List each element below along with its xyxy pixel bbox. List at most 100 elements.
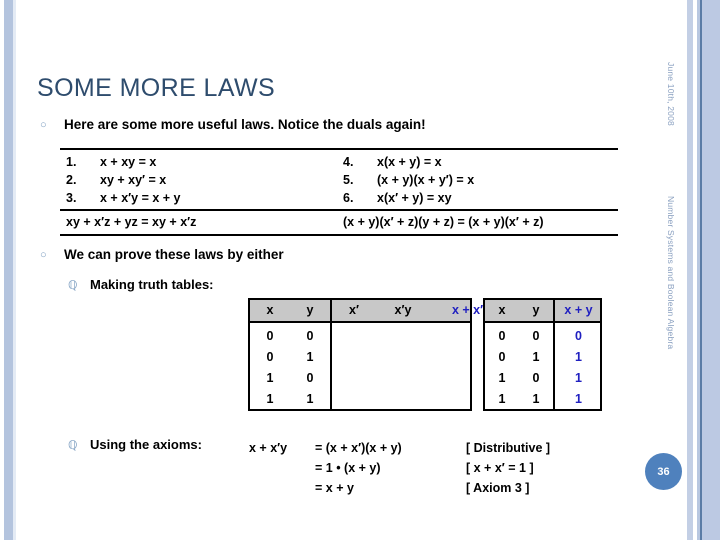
law-expression: xy + xy′ = x bbox=[100, 173, 167, 187]
proof-justification: [ Axiom 3 ] bbox=[466, 481, 530, 495]
proof-justification: [ Distributive ] bbox=[466, 441, 551, 455]
truth-table-body: 0 0 1 1 0 1 0 1 0 1 1 1 bbox=[485, 323, 600, 411]
laws-column-right: 4. x(x + y) = x 5. (x + y)(x + y′) = x 6… bbox=[339, 153, 618, 207]
proof-step: = (x + x′)(x + y) bbox=[315, 441, 402, 455]
table-cell: 1 bbox=[575, 350, 582, 364]
table-cell: 1 bbox=[306, 350, 314, 364]
column-cells-y: 0 1 0 1 bbox=[519, 323, 553, 411]
truth-table-input-cells: 0 0 1 1 0 1 0 1 bbox=[250, 323, 332, 411]
law-number: 1. bbox=[66, 155, 77, 169]
law-number: 2. bbox=[66, 173, 77, 187]
law-row: 3. x + x′y = x + y bbox=[66, 189, 339, 207]
truth-table-input-header-group: x y bbox=[250, 300, 332, 321]
column-cells-xplusy: 0 1 1 1 bbox=[555, 323, 602, 411]
bullet-axioms-text: Using the axioms: bbox=[90, 437, 202, 452]
table-cell bbox=[376, 368, 430, 389]
table-cell bbox=[376, 389, 430, 410]
truth-table-input-header-group: x y bbox=[485, 300, 555, 321]
side-caption-topic: Number Systems and Boolean Algebra bbox=[666, 196, 676, 350]
column-cells-xnot bbox=[332, 323, 376, 411]
page-title: SOME MORE LAWS bbox=[37, 74, 276, 102]
bullet-prove-text: We can prove these laws by either bbox=[64, 247, 284, 262]
left-accent-bar bbox=[4, 0, 13, 540]
script-bullet-icon: ℚ bbox=[68, 278, 78, 292]
table-cell: 0 bbox=[532, 329, 540, 343]
column-cells-xnoty bbox=[376, 323, 430, 411]
table-cell: 0 bbox=[266, 329, 274, 343]
proof-justifications: [ Distributive ] [ x + x′ = 1 ] [ Axiom … bbox=[466, 438, 550, 498]
left-accent-bar-inner bbox=[13, 0, 16, 540]
table-cell bbox=[376, 347, 430, 368]
laws-dual-left: xy + x′z + yz = xy + x′z bbox=[66, 215, 197, 229]
column-header-x: x bbox=[266, 303, 274, 317]
law-row: 2. xy + xy′ = x bbox=[66, 171, 339, 189]
proof-justification: [ x + x′ = 1 ] bbox=[466, 461, 534, 475]
bullet-truth-tables: ℚ Making truth tables: bbox=[68, 277, 214, 292]
page-number-badge: 36 bbox=[645, 453, 682, 490]
law-row: 5. (x + y)(x + y′) = x bbox=[343, 171, 618, 189]
law-row: 1. x + xy = x bbox=[66, 153, 339, 171]
table-cell: 0 bbox=[498, 329, 506, 343]
law-expression: x + x′y = x + y bbox=[100, 191, 181, 205]
column-cells-x: 0 0 1 1 bbox=[485, 323, 519, 411]
proof-steps: = (x + x′)(x + y) = 1 • (x + y) = x + y bbox=[315, 438, 402, 498]
truth-table-header-row: x y x′ x′y x + x′y bbox=[250, 300, 490, 323]
law-number: 6. bbox=[343, 191, 354, 205]
truth-table-output-header-group: x + y bbox=[555, 300, 602, 321]
table-cell: 0 bbox=[306, 329, 314, 343]
truth-table-output-cells: 0 1 1 1 bbox=[555, 323, 602, 411]
laws-table-body: 1. x + xy = x 2. xy + xy′ = x 3. x + x′y… bbox=[60, 150, 618, 211]
laws-dual-right: (x + y)(x′ + z)(y + z) = (x + y)(x′ + z) bbox=[343, 215, 544, 229]
law-number: 5. bbox=[343, 173, 354, 187]
law-expression: x + xy = x bbox=[100, 155, 157, 169]
proof-step: = x + y bbox=[315, 481, 354, 495]
truth-table-body: 0 0 1 1 0 1 0 1 bbox=[250, 323, 470, 411]
table-cell: 1 bbox=[532, 392, 540, 406]
truth-table-input-cells: 0 0 1 1 0 1 0 1 bbox=[485, 323, 555, 411]
column-header-y: y bbox=[306, 303, 314, 317]
table-cell: 1 bbox=[266, 371, 274, 385]
table-cell: 0 bbox=[575, 329, 582, 343]
column-header-xnot: x′ bbox=[349, 303, 359, 317]
law-row: 6. x(x′ + y) = xy bbox=[343, 189, 618, 207]
table-cell: 0 bbox=[306, 371, 314, 385]
script-bullet-icon: ℚ bbox=[68, 438, 78, 452]
table-cell: 0 bbox=[498, 350, 506, 364]
table-cell: 1 bbox=[306, 392, 314, 406]
column-cells-x: 0 0 1 1 bbox=[250, 323, 290, 411]
table-cell: 0 bbox=[532, 371, 540, 385]
table-cell bbox=[332, 389, 376, 410]
law-expression: x(x′ + y) = xy bbox=[377, 191, 452, 205]
side-caption-date: June 10th, 2008 bbox=[666, 62, 676, 126]
law-expression: (x + y)(x + y′) = x bbox=[377, 173, 475, 187]
proof-left-hand-side: x + x′y bbox=[249, 438, 287, 458]
table-cell: 0 bbox=[266, 350, 274, 364]
table-cell: 1 bbox=[498, 392, 506, 406]
truth-table-secondary: x y x + y 0 0 1 1 0 1 0 1 0 1 1 1 bbox=[483, 298, 602, 411]
bullet-intro: ○ Here are some more useful laws. Notice … bbox=[40, 117, 426, 132]
table-cell bbox=[376, 326, 430, 347]
bullet-truth-tables-text: Making truth tables: bbox=[90, 277, 214, 292]
table-cell: 1 bbox=[575, 392, 582, 406]
truth-table-header-row: x y x + y bbox=[485, 300, 600, 323]
table-cell bbox=[332, 347, 376, 368]
table-cell: 1 bbox=[575, 371, 582, 385]
column-header-xnoty: x′y bbox=[394, 303, 412, 317]
truth-table-primary: x y x′ x′y x + x′y 0 0 1 1 0 1 0 1 bbox=[248, 298, 490, 411]
laws-dual-row: xy + x′z + yz = xy + x′z (x + y)(x′ + z)… bbox=[60, 211, 618, 234]
column-header-y: y bbox=[532, 303, 540, 317]
table-cell: 1 bbox=[498, 371, 506, 385]
right-accent-bar-outer bbox=[687, 0, 693, 540]
table-cell: 1 bbox=[266, 392, 274, 406]
bullet-intro-text: Here are some more useful laws. Notice t… bbox=[64, 117, 426, 132]
table-cell bbox=[332, 326, 376, 347]
circle-bullet-icon: ○ bbox=[40, 249, 47, 261]
slide-canvas: June 10th, 2008 Number Systems and Boole… bbox=[0, 0, 720, 540]
proof-step: = 1 • (x + y) bbox=[315, 461, 381, 475]
right-accent-bar-wide bbox=[702, 0, 720, 540]
column-header-x: x bbox=[498, 303, 506, 317]
law-expression: x(x + y) = x bbox=[377, 155, 442, 169]
law-row: 4. x(x + y) = x bbox=[343, 153, 618, 171]
column-header-xplusy: x + y bbox=[564, 303, 593, 317]
column-cells-y: 0 1 0 1 bbox=[290, 323, 330, 411]
